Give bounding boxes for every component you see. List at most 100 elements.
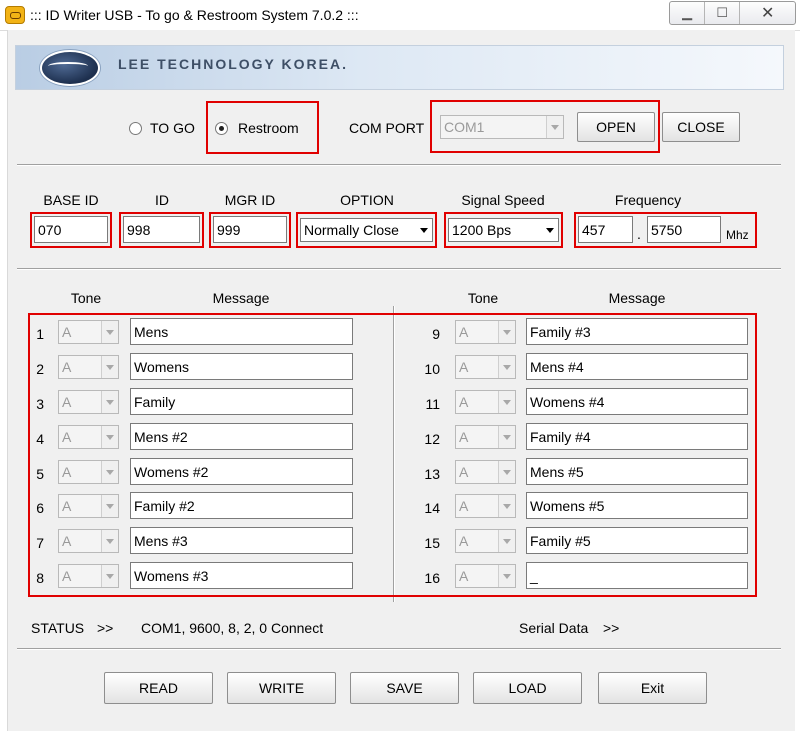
chevron-down-icon [498,495,515,517]
tone-select[interactable]: A [58,390,119,414]
divider [17,648,781,650]
tone-select[interactable]: A [58,425,119,449]
message-input[interactable]: Womens #2 [130,458,353,485]
message-input[interactable]: Womens #4 [526,388,748,415]
message-header-left: Message [212,290,270,306]
chevron-down-icon [541,219,558,241]
chevron-down-icon [498,461,515,483]
option-select[interactable]: Normally Close [300,218,433,242]
comport-value: COM1 [444,119,485,135]
message-input[interactable]: Womens #5 [526,492,748,519]
message-input[interactable]: Family [130,388,353,415]
tone-value: A [62,359,72,375]
message-input[interactable]: Womens #3 [130,562,353,589]
chevron-down-icon [101,495,118,517]
tone-value: A [459,429,469,445]
comport-select[interactable]: COM1 [440,115,564,139]
row-number: 7 [36,535,44,551]
message-input[interactable]: Mens #4 [526,353,748,380]
chevron-down-icon [101,461,118,483]
message-input[interactable]: Family #4 [526,423,748,450]
signal-speed-label: Signal Speed [461,192,545,208]
tone-value: A [62,324,72,340]
row-number: 3 [36,396,44,412]
chevron-down-icon [498,565,515,587]
message-input[interactable]: Family #2 [130,492,353,519]
tone-select[interactable]: A [455,425,516,449]
message-input[interactable]: Family #5 [526,527,748,554]
tone-value: A [459,498,469,514]
chevron-down-icon [546,116,563,138]
tone-select[interactable]: A [455,355,516,379]
maximize-button[interactable]: ☐ [704,2,739,24]
tone-select[interactable]: A [58,564,119,588]
signal-speed-select[interactable]: 1200 Bps [448,218,559,242]
tone-value: A [459,394,469,410]
tone-select[interactable]: A [58,460,119,484]
tone-select[interactable]: A [455,390,516,414]
mgr-id-input[interactable]: 999 [213,216,287,243]
tone-select[interactable]: A [455,320,516,344]
signal-speed-value: 1200 Bps [452,222,512,238]
togo-label[interactable]: TO GO [150,120,195,136]
status-text: COM1, 9600, 8, 2, 0 Connect [141,620,324,636]
message-input[interactable]: _ [526,562,748,589]
message-input[interactable]: Family #3 [526,318,748,345]
row-number: 1 [36,326,44,342]
status-arrow: >> [97,620,114,636]
restroom-radio[interactable] [215,122,228,135]
tone-select[interactable]: A [58,355,119,379]
tone-value: A [62,429,72,445]
tone-select[interactable]: A [455,529,516,553]
tone-value: A [459,359,469,375]
message-input[interactable]: Mens #5 [526,458,748,485]
id-input[interactable]: 998 [123,216,200,243]
chevron-down-icon [101,391,118,413]
tone-value: A [62,394,72,410]
message-input[interactable]: Mens [130,318,353,345]
row-number: 10 [424,361,440,377]
logo-swirl [48,62,88,70]
read-button[interactable]: READ [104,672,213,704]
save-button[interactable]: SAVE [350,672,459,704]
row-number: 5 [36,466,44,482]
chevron-down-icon [101,565,118,587]
tone-value: A [459,324,469,340]
row-number: 6 [36,500,44,516]
row-number: 15 [424,535,440,551]
tone-value: A [62,464,72,480]
frequency-dec-input[interactable]: 5750 [647,216,721,243]
tone-select[interactable]: A [455,460,516,484]
frequency-int-input[interactable]: 457 [578,216,633,243]
message-input[interactable]: Mens #3 [130,527,353,554]
minimize-button[interactable]: ▁ [670,2,704,24]
frequency-dot: . [637,226,641,242]
message-input[interactable]: Womens [130,353,353,380]
close-window-button[interactable]: ✕ [739,2,795,24]
base-id-input[interactable]: 070 [34,216,108,243]
open-button[interactable]: OPEN [577,112,655,142]
chevron-down-icon [101,530,118,552]
tone-select[interactable]: A [455,564,516,588]
tone-select[interactable]: A [58,320,119,344]
tone-select[interactable]: A [58,494,119,518]
togo-radio[interactable] [129,122,142,135]
tone-value: A [62,533,72,549]
write-button[interactable]: WRITE [227,672,336,704]
window-controls: ▁ ☐ ✕ [669,1,796,25]
message-input[interactable]: Mens #2 [130,423,353,450]
exit-button[interactable]: Exit [598,672,707,704]
window-title: ::: ID Writer USB - To go & Restroom Sys… [30,7,359,23]
tone-select[interactable]: A [455,494,516,518]
tone-value: A [459,533,469,549]
chevron-down-icon [415,219,432,241]
restroom-label[interactable]: Restroom [238,120,299,136]
status-label: STATUS [31,620,85,636]
id-label: ID [155,192,169,208]
chevron-down-icon [498,391,515,413]
tone-select[interactable]: A [58,529,119,553]
close-port-button[interactable]: CLOSE [662,112,740,142]
tone-value: A [459,568,469,584]
comport-label: COM PORT [349,120,425,136]
load-button[interactable]: LOAD [473,672,582,704]
